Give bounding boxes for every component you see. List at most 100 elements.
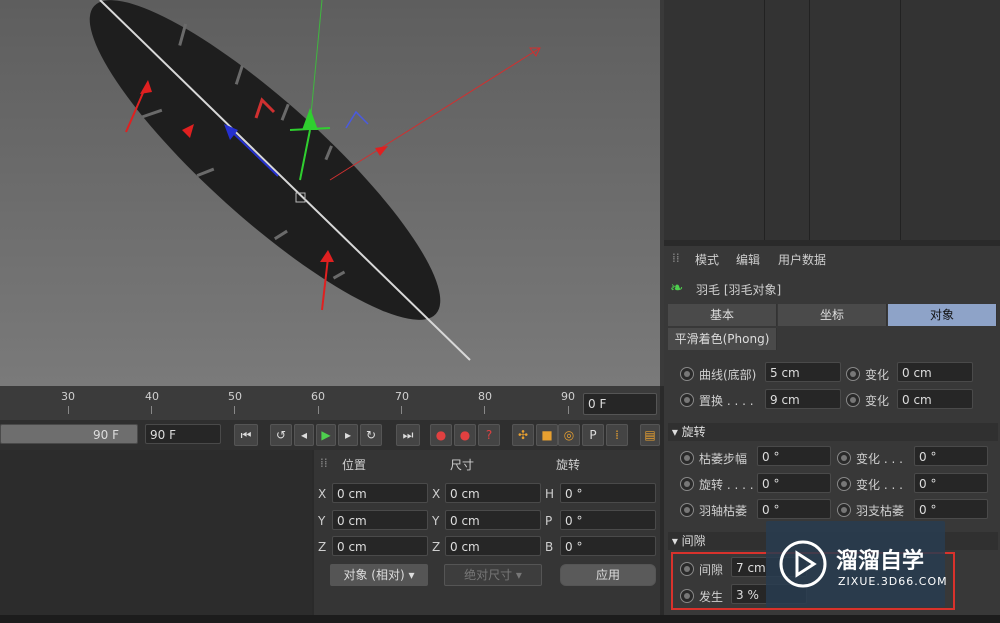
- axis-label: X: [432, 487, 441, 501]
- tab-object[interactable]: 对象: [888, 304, 997, 326]
- tab-basic[interactable]: 基本: [668, 304, 777, 326]
- param-label: 羽支枯萎: [856, 504, 905, 518]
- param-label: 旋转 . . . .: [699, 478, 754, 492]
- axis-label: B: [545, 540, 554, 554]
- param-label: 变化: [865, 394, 890, 408]
- tick-label: 90: [561, 390, 575, 403]
- anim-radio[interactable]: [837, 451, 851, 465]
- range-slider[interactable]: 90 F: [0, 424, 138, 444]
- size-mode-select[interactable]: 绝对尺寸 ▾: [444, 564, 542, 586]
- scale-key-button[interactable]: ■: [536, 424, 558, 446]
- loop-back-button[interactable]: ↺: [270, 424, 292, 446]
- end-frame-value: 90 F: [150, 428, 176, 442]
- position-header: 位置: [342, 458, 367, 472]
- curve-bottom-field[interactable]: 5 cm: [765, 362, 841, 382]
- tick-label: 50: [228, 390, 242, 403]
- position-y-field[interactable]: 0 cm: [332, 510, 428, 530]
- axis-label: Y: [432, 514, 440, 528]
- position-z-field[interactable]: 0 cm: [332, 536, 428, 556]
- position-x-field[interactable]: 0 cm: [332, 483, 428, 503]
- viewport[interactable]: [0, 0, 660, 386]
- goto-start-button[interactable]: ⏮: [234, 424, 258, 446]
- next-key-button[interactable]: ▸: [338, 424, 358, 446]
- keyframe-selection-button[interactable]: ?: [478, 424, 500, 446]
- size-y-field[interactable]: 0 cm: [445, 510, 541, 530]
- grip-icon: ⁞⁞: [320, 456, 328, 470]
- menu-mode[interactable]: 模式: [695, 251, 719, 268]
- tick-label: 40: [145, 390, 159, 403]
- record-button[interactable]: ●: [430, 424, 452, 446]
- status-bar: [0, 615, 1000, 623]
- rotation-b-field[interactable]: 0 °: [560, 536, 656, 556]
- rotation-p-field[interactable]: 0 °: [560, 510, 656, 530]
- anim-radio[interactable]: [846, 367, 860, 381]
- anim-radio[interactable]: [837, 477, 851, 491]
- anim-radio[interactable]: [846, 393, 860, 407]
- variation-field[interactable]: 0 cm: [897, 362, 973, 382]
- param-label: 变化: [865, 368, 890, 382]
- param-label: 枯萎步幅: [699, 452, 748, 466]
- param-label: 变化 . . .: [856, 478, 903, 492]
- tab-coord[interactable]: 坐标: [778, 304, 887, 326]
- axis-label: H: [545, 487, 555, 501]
- axis-label: P: [545, 514, 553, 528]
- variation-field[interactable]: 0 °: [914, 446, 988, 466]
- tick-label: 80: [478, 390, 492, 403]
- size-x-field[interactable]: 0 cm: [445, 483, 541, 503]
- menu-user-data[interactable]: 用户数据: [778, 251, 826, 268]
- anim-radio[interactable]: [680, 393, 694, 407]
- tab-phong[interactable]: 平滑着色(Phong): [668, 328, 777, 350]
- tick-label: 70: [395, 390, 409, 403]
- size-z-field[interactable]: 0 cm: [445, 536, 541, 556]
- anim-radio[interactable]: [680, 451, 694, 465]
- apply-button[interactable]: 应用: [560, 564, 656, 586]
- anim-radio[interactable]: [837, 503, 851, 517]
- feather-icon: ❧: [670, 278, 684, 297]
- tick-label: 60: [311, 390, 325, 403]
- anim-radio[interactable]: [680, 367, 694, 381]
- wither-step-field[interactable]: 0 °: [757, 446, 831, 466]
- param-label: 羽轴枯萎: [699, 504, 748, 518]
- feather-scene: [89, 0, 541, 361]
- current-frame-field[interactable]: 0 F: [583, 393, 657, 415]
- axis-label: X: [318, 487, 327, 501]
- menu-edit[interactable]: 编辑: [736, 251, 760, 268]
- watermark-title: 溜溜自学: [836, 549, 925, 574]
- autokey-button[interactable]: ●: [454, 424, 476, 446]
- move-key-button[interactable]: ✣: [512, 424, 534, 446]
- barb-wither-field[interactable]: 0 °: [914, 499, 988, 519]
- rotate-key-button[interactable]: ◎: [558, 424, 580, 446]
- param-label: 曲线(底部): [699, 368, 757, 382]
- play-logo-icon: [779, 540, 827, 588]
- variation-field[interactable]: 0 °: [914, 473, 988, 493]
- anim-radio[interactable]: [680, 477, 694, 491]
- coordinate-mode-select[interactable]: 对象 (相对) ▾: [330, 564, 428, 586]
- timeline-ruler[interactable]: 30 40 50 60 70 80 90: [0, 386, 660, 420]
- rotate-field[interactable]: 0 °: [757, 473, 831, 493]
- goto-end-button[interactable]: ⏭: [396, 424, 420, 446]
- section-rotation[interactable]: ▾ 旋转: [668, 423, 998, 441]
- x-axis-line: [329, 47, 541, 181]
- point-level-button[interactable]: ⁞: [606, 424, 628, 446]
- displace-field[interactable]: 9 cm: [765, 389, 841, 409]
- range-end-label: 90 F: [93, 428, 119, 442]
- object-title: 羽毛 [羽毛对象]: [696, 283, 782, 297]
- object-manager[interactable]: [664, 0, 1000, 240]
- anim-radio[interactable]: [680, 503, 694, 517]
- rotation-header: 旋转: [556, 458, 581, 472]
- play-button[interactable]: ▶: [316, 424, 336, 446]
- coordinate-manager: [314, 450, 660, 615]
- material-manager[interactable]: [0, 450, 312, 615]
- timeline-window-button[interactable]: ▤: [640, 424, 660, 446]
- prev-key-button[interactable]: ◂: [294, 424, 314, 446]
- grip-icon: ⁞⁞: [672, 251, 680, 265]
- rotation-h-field[interactable]: 0 °: [560, 483, 656, 503]
- watermark: 溜溜自学 ZIXUE.3D66.COM: [766, 521, 947, 607]
- shaft-wither-field[interactable]: 0 °: [757, 499, 831, 519]
- loop-forward-button[interactable]: ↻: [360, 424, 382, 446]
- current-frame-value: 0 F: [588, 397, 607, 411]
- variation-field[interactable]: 0 cm: [897, 389, 973, 409]
- param-key-button[interactable]: P: [582, 424, 604, 446]
- y-axis-line: [309, 0, 323, 126]
- end-frame-field[interactable]: 90 F: [145, 424, 221, 444]
